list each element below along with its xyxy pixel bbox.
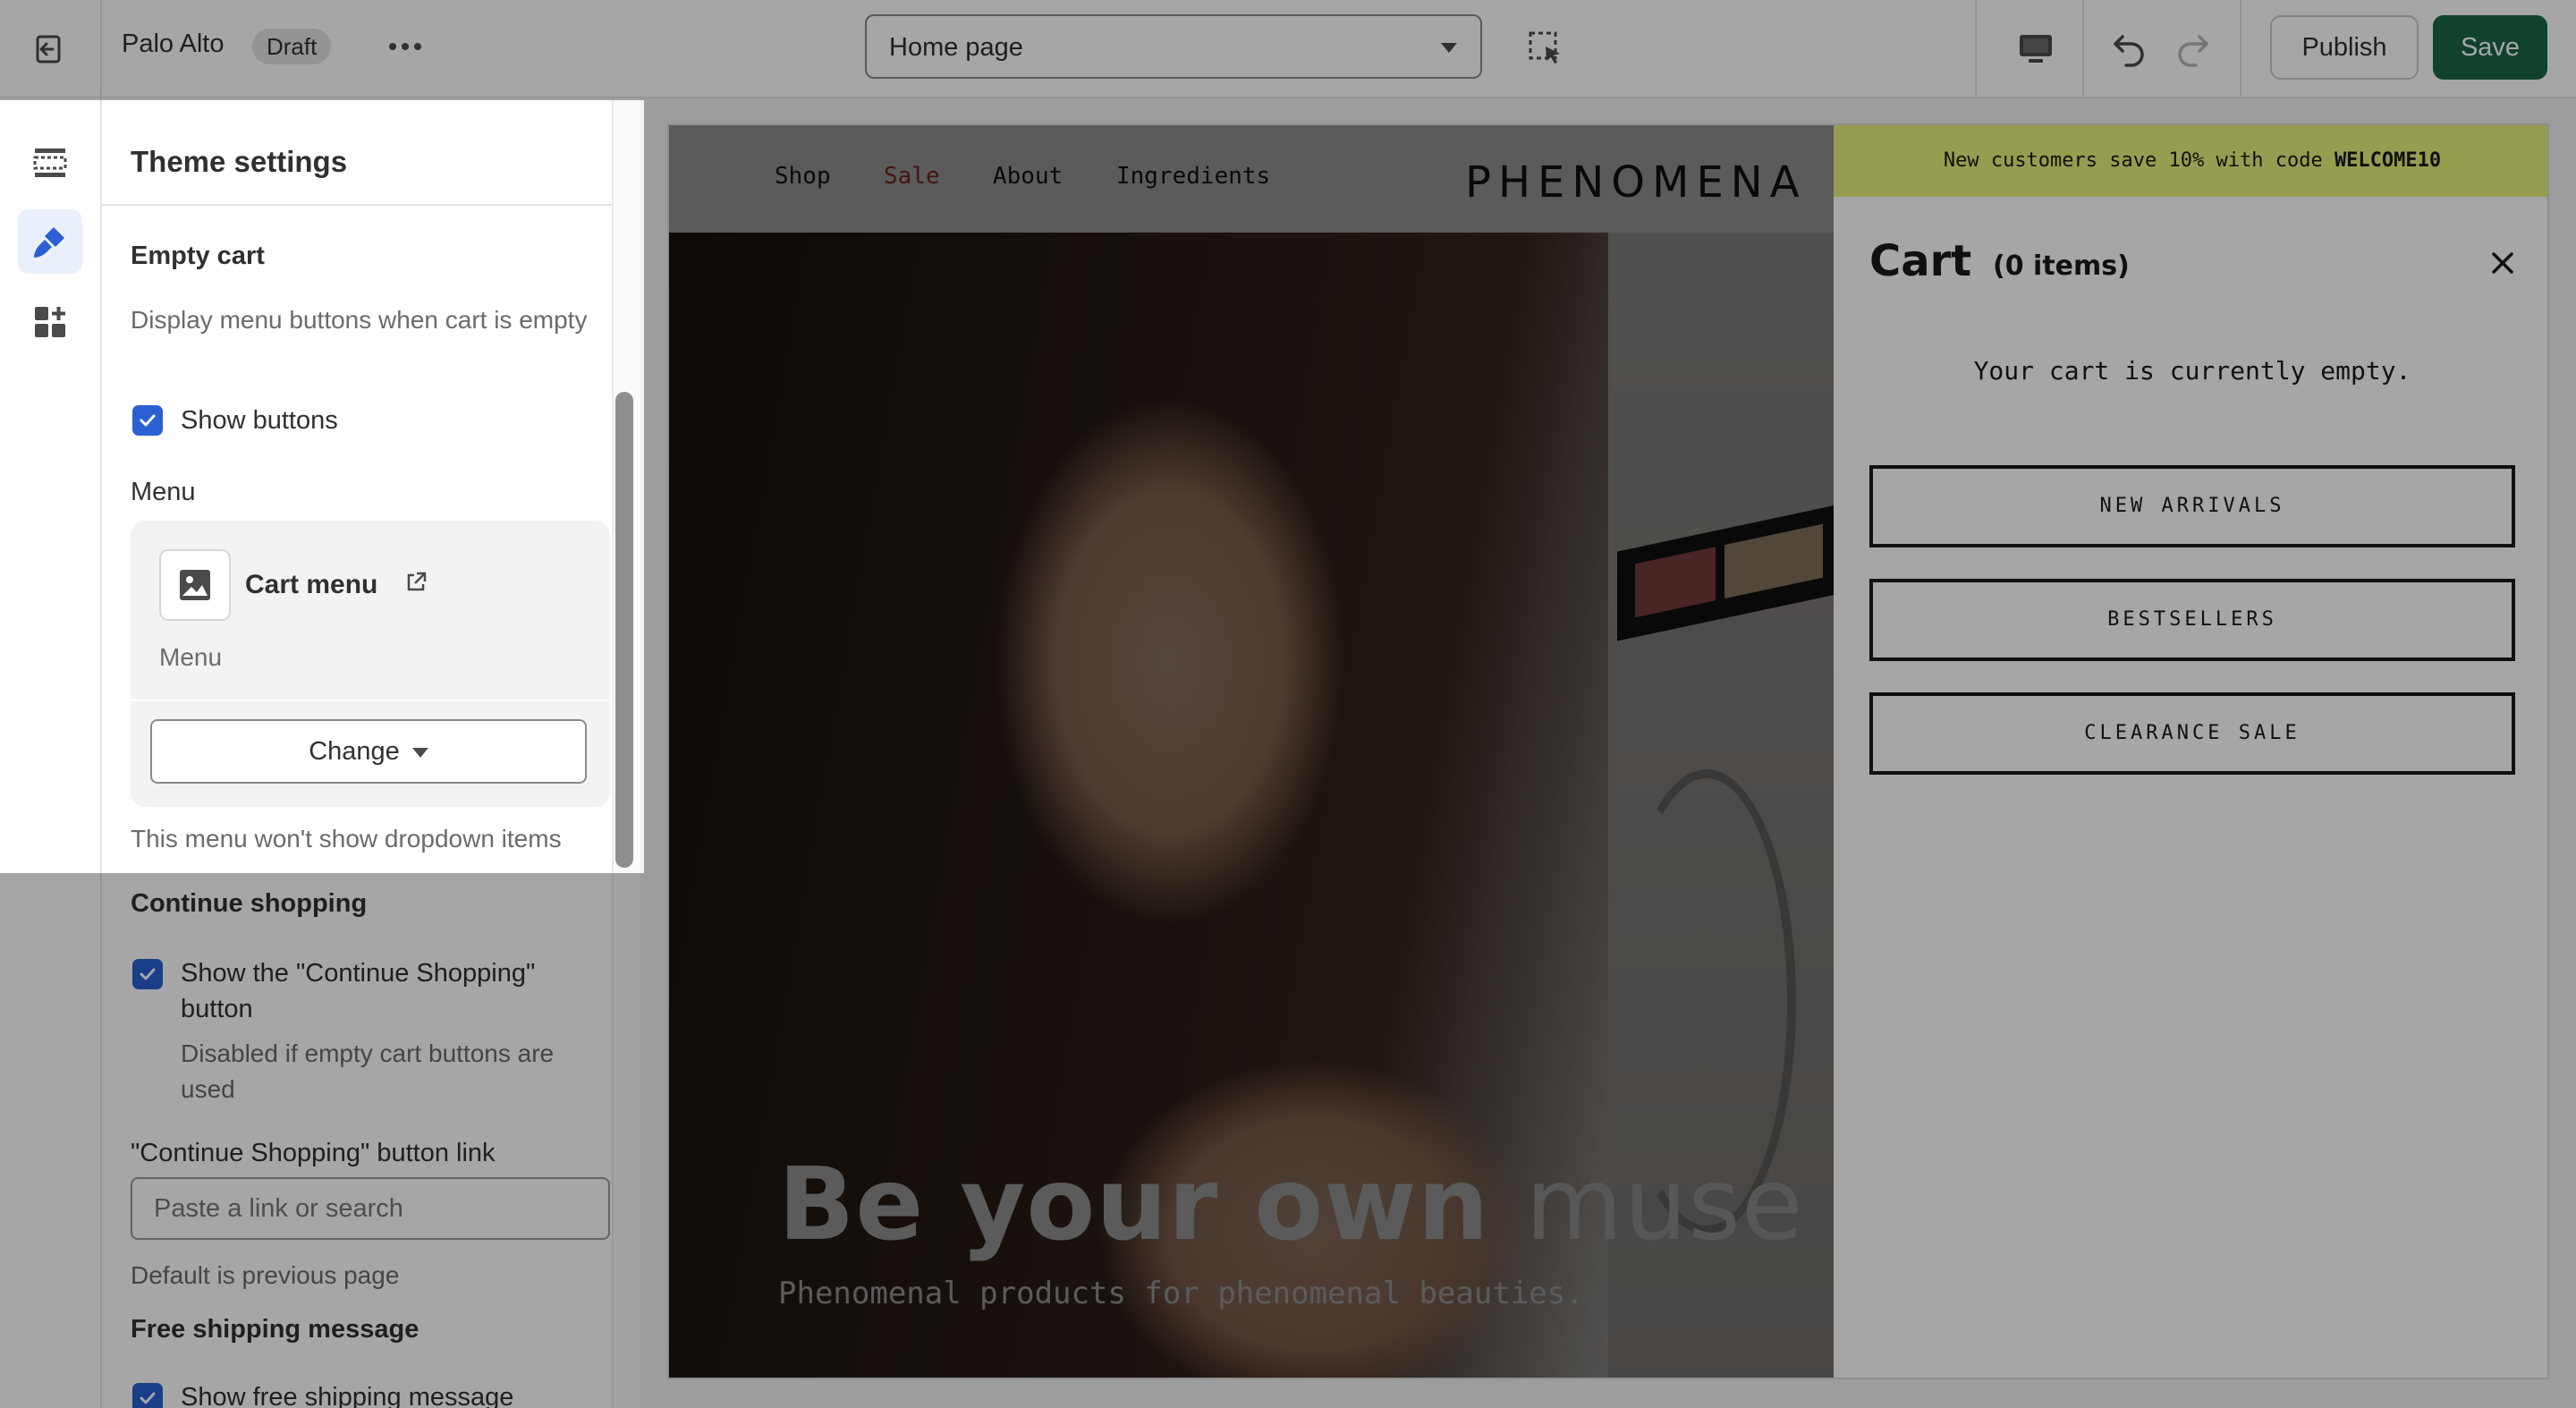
paintbrush-icon: [34, 227, 64, 258]
empty-cart-description: Display menu buttons when cart is empty: [131, 306, 588, 334]
apps-tab[interactable]: [18, 290, 82, 354]
spotlight-overlay-top: [0, 0, 2576, 100]
divider: [102, 204, 612, 206]
show-buttons-label: Show buttons: [181, 406, 338, 435]
menu-field-label: Menu: [131, 478, 196, 506]
section-heading-empty-cart: Empty cart: [131, 242, 265, 270]
menu-picker-card: Cart menu Menu Change: [131, 521, 610, 807]
spotlight-overlay-bottom-left: [0, 873, 644, 1408]
spotlight-overlay-right: [644, 100, 2576, 1408]
scrollbar-thumb[interactable]: [615, 392, 633, 868]
panel-title: Theme settings: [131, 145, 348, 178]
change-button-label: Change: [309, 737, 400, 766]
image-icon: [180, 570, 210, 600]
menu-help-text: This menu won't show dropdown items: [131, 825, 562, 852]
theme-settings-tab[interactable]: [18, 209, 82, 274]
sections-icon: [33, 148, 67, 177]
apps-add-icon: [35, 307, 65, 337]
divider: [131, 700, 610, 701]
menu-type: Menu: [159, 643, 223, 671]
checkmark-icon: [140, 414, 156, 427]
show-buttons-checkbox[interactable]: [132, 405, 163, 436]
sections-tab[interactable]: [18, 131, 82, 195]
menu-thumbnail: [159, 549, 231, 621]
chevron-down-icon: [411, 747, 428, 758]
menu-name[interactable]: Cart menu: [245, 570, 377, 600]
external-link-icon[interactable]: [404, 571, 428, 598]
change-menu-button[interactable]: Change: [150, 719, 587, 784]
